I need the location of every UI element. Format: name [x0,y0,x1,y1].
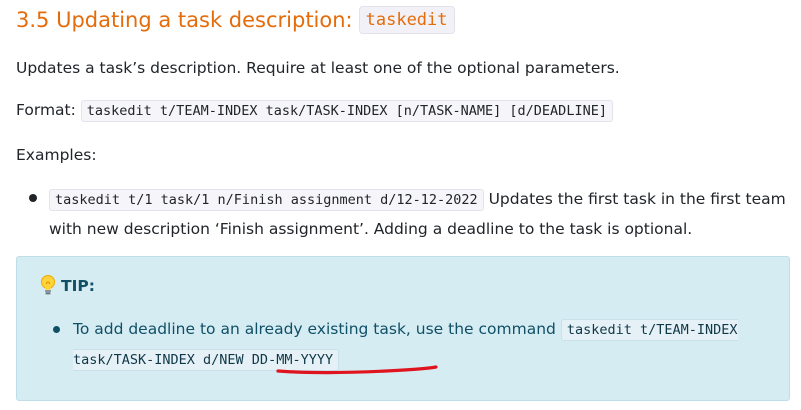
tip-box: TIP: To add deadline to an already exist… [16,256,790,401]
format-label: Format: [16,101,76,119]
lightbulb-icon [41,275,55,295]
tip-title-row: TIP: [39,274,95,297]
section-title: 3.5 Updating a task description: [16,8,353,32]
tip-title: TIP: [61,277,95,295]
red-underline-annotation [276,365,438,375]
format-line: Format: taskedit t/TEAM-INDEX task/TASK-… [16,99,613,122]
tip-text: To add deadline to an already existing t… [73,320,556,338]
example-code: taskedit t/1 task/1 n/Finish assignment … [49,189,484,211]
example-list-item: taskedit t/1 task/1 n/Finish assignment … [49,185,794,244]
tip-bullet [53,326,60,333]
section-title-code: taskedit [358,6,455,34]
examples-label: Examples: [16,146,97,164]
list-bullet [29,194,37,202]
format-code: taskedit t/TEAM-INDEX task/TASK-INDEX [n… [80,100,613,122]
section-heading: 3.5 Updating a task description: taskedit [16,3,455,37]
section-description: Updates a task’s description. Require at… [16,59,620,77]
